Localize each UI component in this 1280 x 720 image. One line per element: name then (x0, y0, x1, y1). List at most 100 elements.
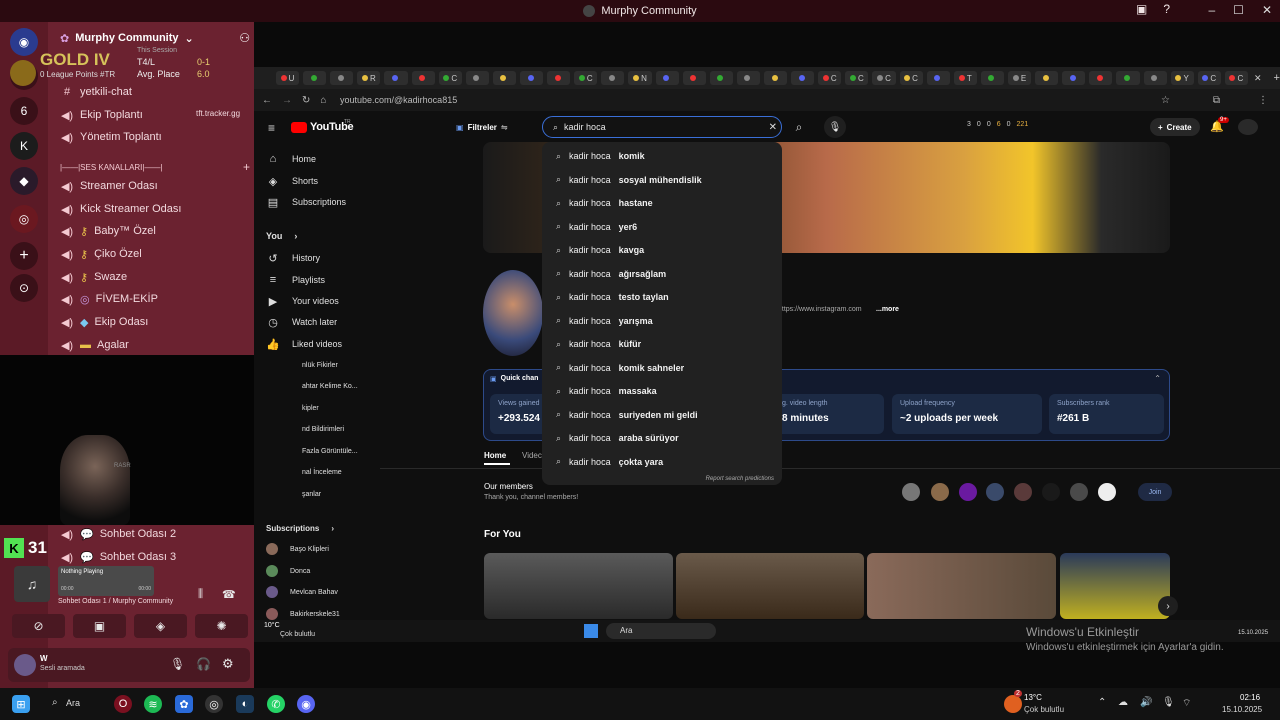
search-suggestion[interactable]: ⌕ kadir hoca ağırsağlam (556, 265, 666, 283)
help-icon[interactable]: ? (1163, 2, 1170, 16)
sidebar-item[interactable]: ▶ Your videos (266, 292, 339, 310)
sidebar-item[interactable]: 👍 Liked videos (266, 335, 342, 353)
new-tab-icon[interactable]: + (1273, 72, 1279, 84)
browser-tab[interactable] (492, 71, 516, 85)
reload-icon[interactable]: ↻ (302, 95, 310, 106)
minimize-button[interactable]: – (1208, 3, 1215, 17)
wifi-icon[interactable]: ⌔ (1182, 697, 1191, 710)
browser-tab[interactable] (709, 71, 733, 85)
member-avatar[interactable] (986, 483, 1004, 501)
voice-category[interactable]: |——|SES KANALLARI|——| + (60, 160, 250, 174)
browser-tab[interactable]: E (1007, 71, 1032, 85)
tray-chevron-icon[interactable]: ⌃ (1098, 697, 1106, 708)
report-predictions-link[interactable]: Report search predictions (706, 476, 774, 482)
sidebar-item[interactable]: şanlar (302, 485, 321, 503)
voice-channel[interactable]: ◀) ⚷ Baby™ Özel (60, 222, 156, 240)
inner-windows-icon[interactable] (584, 624, 598, 638)
search-suggestion[interactable]: ⌕ kadir hoca araba sürüyor (556, 429, 679, 447)
search-suggestion[interactable]: ⌕ kadir hoca yer6 (556, 218, 637, 236)
sidebar-item[interactable]: ↺ History (266, 249, 320, 267)
discover-icon[interactable]: ⊙ (10, 274, 38, 302)
taskbar-date[interactable]: 15.10.2025 (1222, 705, 1262, 714)
browser-tab[interactable] (682, 71, 706, 85)
clear-search-icon[interactable]: ✕ (769, 122, 777, 133)
server-icon[interactable]: K (10, 132, 38, 160)
voice-channel[interactable]: ◀) Kick Streamer Odası (60, 200, 182, 218)
steam-icon[interactable]: ◐ (236, 695, 254, 713)
spotify-icon[interactable]: ≋ (144, 695, 162, 713)
sidebar-item[interactable]: Fazla Görüntüle... (302, 442, 358, 460)
member-avatar[interactable] (931, 483, 949, 501)
headphones-icon[interactable]: 🎧 (196, 657, 211, 671)
create-button[interactable]: + Create (1150, 118, 1200, 136)
app-icon[interactable]: ✿ (175, 695, 193, 713)
search-suggestion[interactable]: ⌕ kadir hoca massaka (556, 382, 657, 400)
sidebar-item[interactable]: nd Bildirimleri (302, 420, 344, 438)
browser-tab[interactable] (1116, 71, 1140, 85)
browser-tab[interactable]: Y (1170, 71, 1194, 85)
search-input[interactable]: ⌕ kadir hoca ✕ (542, 116, 782, 138)
browser-tab[interactable]: N (628, 71, 652, 85)
browser-tab[interactable]: C (574, 71, 598, 85)
voice-channel[interactable]: ◀) ⚷ Swaze (60, 268, 127, 286)
channel-yetkili-chat[interactable]: # yetkili-chat (60, 83, 132, 101)
url-field[interactable]: youtube.com/@kadirhoca815 (340, 92, 1110, 108)
settings-icon[interactable]: ⚙ (222, 656, 234, 672)
voice-search-icon[interactable]: 🎙 (824, 116, 846, 138)
browser-tab[interactable] (980, 71, 1004, 85)
search-suggestion[interactable]: ⌕ kadir hoca komik (556, 147, 645, 165)
search-suggestion[interactable]: ⌕ kadir hoca küfür (556, 335, 641, 353)
member-avatar[interactable] (1014, 483, 1032, 501)
inner-search[interactable]: Ara (606, 623, 716, 639)
subscription-item[interactable]: Donca (266, 562, 310, 580)
search-icon[interactable]: ⌕ (52, 697, 58, 708)
browser-tab[interactable]: C (1224, 71, 1248, 85)
search-suggestion[interactable]: ⌕ kadir hoca sosyal mühendislik (556, 171, 702, 189)
youtube-logo-icon[interactable] (291, 122, 307, 133)
app-icon[interactable]: ◎ (205, 695, 223, 713)
video-thumbnail[interactable] (676, 553, 864, 619)
browser-tab[interactable]: C (438, 71, 462, 85)
taskbar-search[interactable]: Ara (66, 698, 80, 708)
opera-icon[interactable]: O (114, 695, 132, 713)
discord-icon[interactable]: ◉ (297, 695, 315, 713)
sidebar-item[interactable]: kipler (302, 399, 319, 417)
server-icon[interactable]: ◎ (10, 205, 38, 233)
sidebar-item-subscriptions[interactable]: ▤ Subscriptions (266, 193, 346, 211)
server-icon[interactable]: ◆ (10, 167, 38, 195)
browser-tab[interactable] (655, 71, 679, 85)
video-thumbnail[interactable] (1060, 553, 1170, 619)
browser-tab[interactable] (330, 71, 354, 85)
browser-tab[interactable]: U (276, 71, 300, 85)
close-button[interactable]: ✕ (1262, 3, 1272, 17)
photo-icon[interactable]: ▣ (1136, 2, 1147, 16)
channel-yonetim-toplanti[interactable]: ◀) Yönetim Toplantı (60, 128, 162, 146)
voice-channel[interactable]: ◀) ◎ FİVEM-EKİP (60, 290, 158, 308)
activity-icon[interactable]: ◈ (134, 614, 187, 638)
voice-channel[interactable]: ◀) ◆ Ekip Odası (60, 313, 148, 331)
browser-tab[interactable]: C (845, 71, 869, 85)
disconnect-icon[interactable]: ☎ (222, 588, 236, 601)
whatsapp-icon[interactable]: ✆ (267, 695, 285, 713)
hamburger-icon[interactable]: ≡ (268, 121, 275, 135)
microphone-icon[interactable]: 🎙 (170, 657, 185, 671)
maximize-button[interactable]: ☐ (1233, 3, 1244, 17)
search-suggestion[interactable]: ⌕ kadir hoca hastane (556, 194, 653, 212)
browser-tab[interactable] (601, 71, 625, 85)
microphone-icon[interactable]: 🎙 (1162, 697, 1175, 708)
soundboard-icon[interactable]: ✺ (195, 614, 248, 638)
channel-link[interactable]: https://www.instagram.com (778, 306, 862, 313)
add-channel-icon[interactable]: + (243, 160, 250, 174)
sidebar-item[interactable]: nal İnceleme (302, 463, 342, 481)
search-suggestion[interactable]: ⌕ kadir hoca çokta yara (556, 453, 663, 471)
taskbar-time[interactable]: 02:16 (1240, 693, 1260, 702)
search-suggestion[interactable]: ⌕ kadir hoca suriyeden mi geldi (556, 406, 698, 424)
forward-icon[interactable]: → (282, 95, 292, 106)
search-suggestion[interactable]: ⌕ kadir hoca yarışma (556, 312, 653, 330)
search-suggestion[interactable]: ⌕ kadir hoca komik sahneler (556, 359, 684, 377)
tab-close-icon[interactable]: ✕ (1254, 73, 1262, 84)
browser-tab[interactable] (791, 71, 815, 85)
sidebar-item[interactable]: nlük Fikirler (302, 356, 338, 374)
browser-tab[interactable] (1062, 71, 1086, 85)
back-icon[interactable]: ← (262, 95, 272, 106)
